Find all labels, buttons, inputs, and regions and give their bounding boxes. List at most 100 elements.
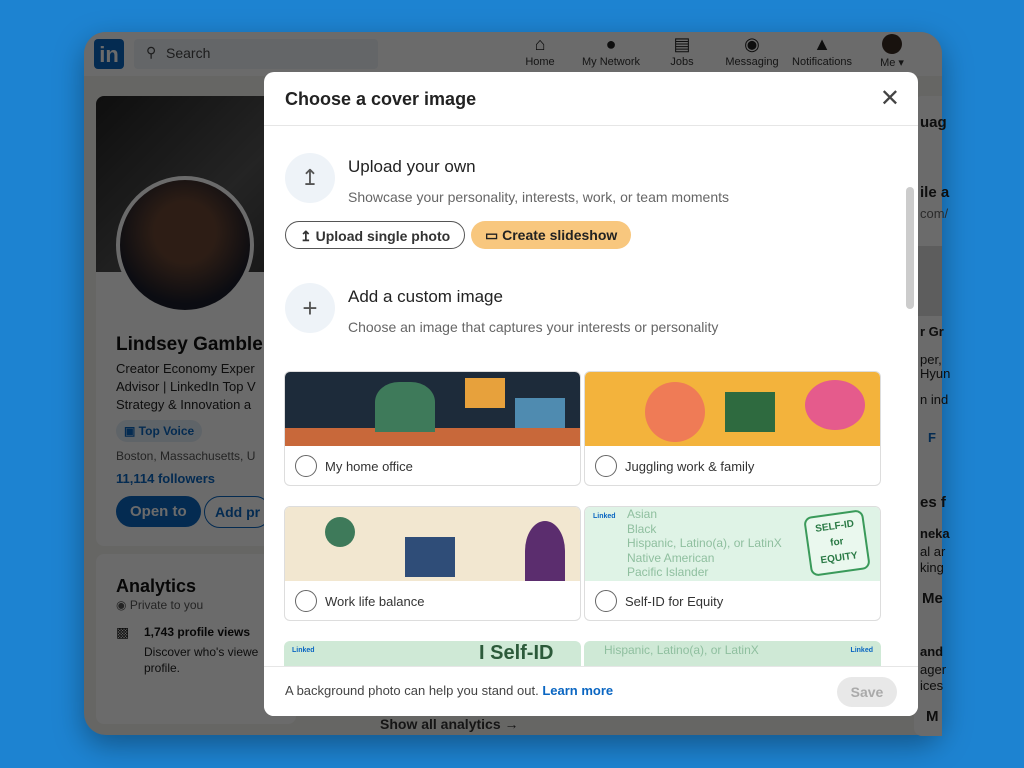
linkedin-logo[interactable]: in bbox=[94, 39, 124, 69]
message-icon: ◉ bbox=[744, 34, 760, 54]
custom-image-title: Add a custom image bbox=[348, 287, 503, 306]
radio-button[interactable] bbox=[295, 455, 317, 477]
learn-more-link[interactable]: Learn more bbox=[542, 683, 613, 698]
profile-views[interactable]: 1,743 profile views bbox=[144, 625, 250, 639]
upload-icon: ↥ bbox=[300, 228, 316, 244]
sidebar-text: per, bbox=[920, 352, 942, 367]
briefcase-icon: ▤ bbox=[673, 34, 691, 54]
sidebar-message-button[interactable]: Me bbox=[922, 590, 943, 607]
sidebar-text: ile a bbox=[920, 184, 950, 201]
right-sidebar: uag ile a com/ r Gr per, Hyun n ind F es… bbox=[914, 96, 950, 736]
nav-label: Me ▾ bbox=[880, 57, 904, 69]
show-all-analytics-link[interactable]: Show all analytics → bbox=[380, 716, 519, 732]
sidebar-text: com/ bbox=[920, 206, 949, 221]
cover-option-self-id[interactable]: Linked Asian Black Hispanic, Latino(a), or… bbox=[584, 506, 881, 621]
juggling-image bbox=[585, 372, 880, 446]
nav-my-network[interactable]: ● My Network bbox=[576, 34, 646, 68]
nav-label: My Network bbox=[581, 56, 641, 68]
followers-link[interactable]: 11,114 followers bbox=[116, 471, 215, 486]
sidebar-text: ager bbox=[920, 662, 947, 677]
upload-desc: Showcase your personality, interests, wo… bbox=[348, 189, 730, 205]
nav-label: Jobs bbox=[670, 56, 694, 68]
radio-button[interactable] bbox=[595, 590, 617, 612]
sidebar-text: neka bbox=[920, 526, 950, 541]
footer-text: A background photo can help you stand ou… bbox=[285, 683, 539, 698]
sidebar-text: es f bbox=[920, 494, 946, 511]
self-id-stamp: SELF-ID for EQUITY bbox=[803, 509, 871, 577]
checklist-item: Hispanic, Latino(a), or LatinX bbox=[604, 643, 759, 657]
sidebar-text[interactable]: F bbox=[928, 430, 936, 445]
nav-label: Home bbox=[525, 56, 555, 68]
self-id-image: Linked Asian Black Hispanic, Latino(a), or… bbox=[585, 507, 880, 581]
custom-image-desc: Choose an image that captures your inter… bbox=[348, 319, 719, 335]
checklist-item: Asian bbox=[627, 507, 658, 521]
profile-photo bbox=[116, 176, 254, 314]
plus-icon: + bbox=[285, 283, 335, 333]
checklist-item: Pacific Islander bbox=[627, 565, 709, 579]
add-profile-section-button[interactable]: Add pr bbox=[204, 496, 272, 528]
nav-me[interactable]: Me ▾ bbox=[857, 34, 927, 69]
badge-label: Top Voice bbox=[138, 424, 195, 438]
modal-scrollbar[interactable] bbox=[906, 187, 914, 309]
cover-option-home-office[interactable]: My home office bbox=[284, 371, 581, 486]
close-icon[interactable]: ✕ bbox=[880, 87, 900, 111]
cover-option-self-id-2[interactable]: Linked I Self-ID bbox=[284, 641, 581, 666]
search-icon: ⚲ bbox=[146, 44, 157, 60]
nav-messaging[interactable]: ◉ Messaging bbox=[717, 34, 787, 68]
modal-body: ↥ Upload your own Showcase your personal… bbox=[264, 127, 918, 666]
button-label: Upload single photo bbox=[315, 228, 451, 244]
work-life-image bbox=[285, 507, 580, 581]
option-label: Juggling work & family bbox=[625, 458, 755, 474]
radio-button[interactable] bbox=[295, 590, 317, 612]
checklist: Asian Black Hispanic, Latino(a), or LatinX… bbox=[627, 507, 782, 580]
upload-title: Upload your own bbox=[348, 157, 476, 176]
upload-icon: ↥ bbox=[285, 153, 335, 203]
nav-label: Messaging bbox=[725, 56, 779, 68]
save-button[interactable]: Save bbox=[837, 677, 897, 707]
create-slideshow-button[interactable]: ▭ Create slideshow bbox=[471, 221, 632, 249]
upload-single-photo-button[interactable]: ↥ Upload single photo bbox=[285, 221, 466, 249]
search-placeholder: Search bbox=[166, 45, 211, 61]
slideshow-icon: ▭ bbox=[485, 227, 503, 243]
views-desc-line: profile. bbox=[144, 661, 181, 675]
open-to-button[interactable]: Open to bbox=[116, 496, 201, 527]
sidebar-text: and bbox=[920, 644, 944, 659]
sidebar-text: king bbox=[920, 560, 944, 575]
sidebar-text: r Gr bbox=[920, 324, 944, 339]
cover-option-self-id-3[interactable]: Hispanic, Latino(a), or LatinX Linked bbox=[584, 641, 881, 666]
sidebar-message-button[interactable]: M bbox=[926, 708, 939, 725]
network-icon: ● bbox=[605, 34, 617, 54]
analytics-title: Analytics bbox=[116, 576, 197, 596]
sidebar-text: ices bbox=[920, 678, 944, 693]
search-input[interactable]: ⚲ Search bbox=[134, 39, 378, 69]
cover-option-juggling[interactable]: Juggling work & family bbox=[584, 371, 881, 486]
checklist-item: Native American bbox=[627, 550, 715, 565]
sidebar-banner bbox=[914, 246, 942, 316]
headline-line: Advisor | LinkedIn Top V bbox=[116, 379, 256, 394]
option-label: My home office bbox=[325, 458, 413, 474]
cover-image-modal: Choose a cover image ✕ ↥ Upload your own… bbox=[264, 72, 918, 716]
sidebar-text: uag bbox=[920, 114, 947, 131]
sidebar-text: al ar bbox=[920, 544, 946, 559]
views-desc: Discover who's viewe profile. bbox=[144, 644, 258, 676]
avatar bbox=[857, 34, 927, 56]
checklist-item: Black bbox=[627, 521, 657, 536]
sidebar-text: Hyun bbox=[920, 366, 951, 381]
sidebar-text: n ind bbox=[920, 392, 949, 407]
home-office-image bbox=[285, 372, 580, 446]
headline-line: Strategy & Innovation a bbox=[116, 397, 252, 412]
nav-notifications[interactable]: ▲ Notifications bbox=[787, 34, 857, 68]
modal-title: Choose a cover image bbox=[264, 72, 918, 126]
nav-home[interactable]: ⌂ Home bbox=[505, 34, 575, 68]
top-voice-badge[interactable]: ▣ Top Voice bbox=[116, 420, 203, 442]
nav-label: Notifications bbox=[792, 56, 852, 68]
linkedin-brand: Linked bbox=[292, 647, 315, 654]
nav-jobs[interactable]: ▤ Jobs bbox=[647, 34, 717, 68]
radio-button[interactable] bbox=[595, 455, 617, 477]
linkedin-brand: Linked bbox=[593, 513, 616, 520]
cover-option-work-life[interactable]: Work life balance bbox=[284, 506, 581, 621]
bell-icon: ▲ bbox=[813, 34, 831, 54]
eye-icon: ◉ bbox=[116, 598, 130, 612]
people-icon: ▩ bbox=[116, 624, 130, 640]
profile-name: Lindsey Gamble bbox=[116, 334, 263, 355]
